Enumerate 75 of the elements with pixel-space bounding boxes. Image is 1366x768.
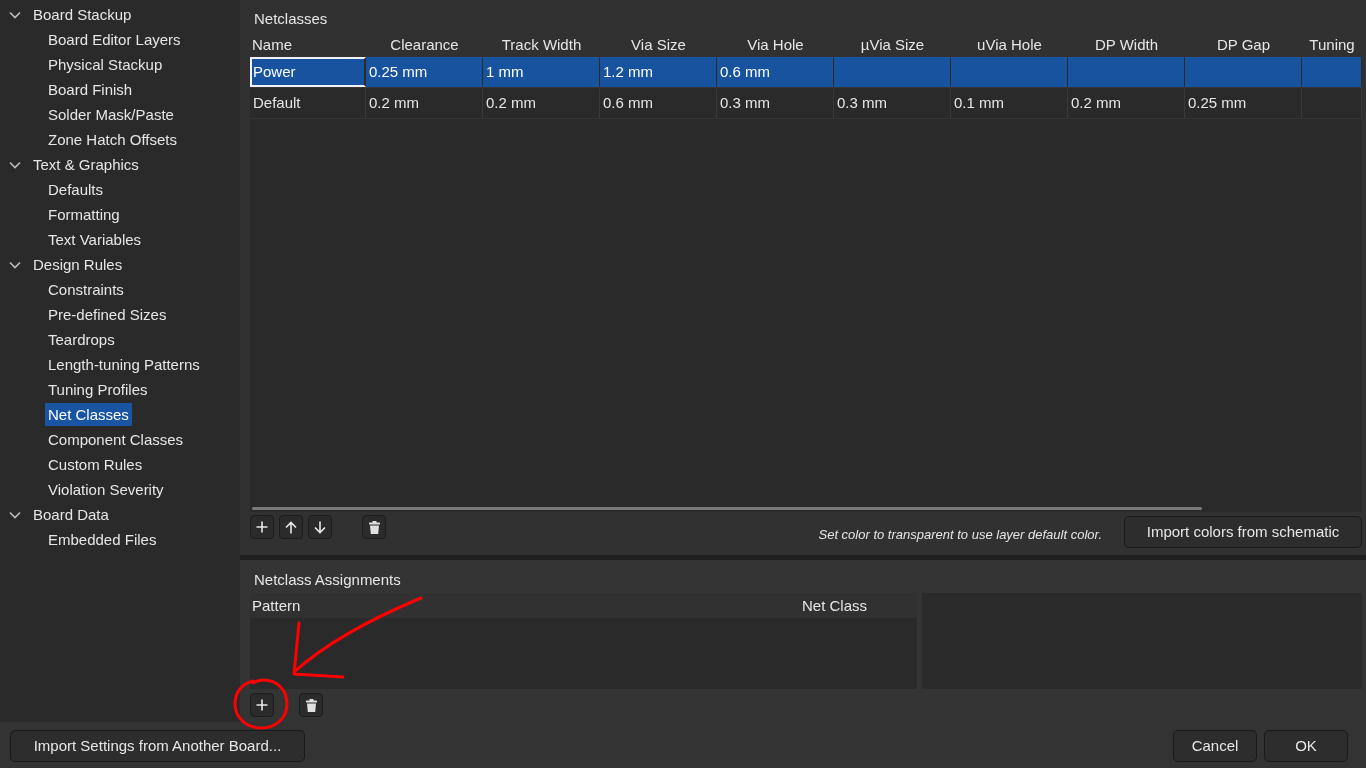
column-header[interactable]: Via Hole: [717, 33, 834, 57]
arrow-up-icon: [285, 520, 297, 534]
move-up-button[interactable]: [279, 515, 303, 539]
table-cell: 0.2 mm: [1068, 88, 1185, 118]
table-row[interactable]: Default 0.2 mm 0.2 mm 0.6 mm 0.3 mm 0.3 mm 0.1 mm 0.2 mm 0.25 mm: [250, 88, 1362, 119]
table-cell: 0.3 mm: [717, 88, 834, 118]
sidebar-group[interactable]: Board Data: [33, 503, 112, 526]
column-header[interactable]: Net Class: [800, 592, 917, 618]
sidebar-item[interactable]: Embedded Files: [45, 528, 160, 551]
chevron-down-icon[interactable]: [9, 510, 21, 519]
chevron-down-icon[interactable]: [9, 260, 21, 269]
sidebar-item[interactable]: Text Variables: [45, 228, 145, 251]
sidebar-item[interactable]: Constraints: [45, 278, 127, 301]
name-cell[interactable]: Power: [250, 57, 366, 87]
table-cell: 1 mm: [483, 57, 600, 87]
table-cell: 0.2 mm: [483, 88, 600, 118]
section-title: Netclass Assignments: [253, 570, 402, 590]
table-cell: 0.6 mm: [717, 57, 834, 87]
column-header[interactable]: uVia Hole: [951, 33, 1068, 57]
sidebar-item[interactable]: Length-tuning Patterns: [45, 353, 203, 376]
table-cell: 0.25 mm: [1185, 88, 1302, 118]
name-cell[interactable]: Default: [250, 88, 366, 118]
trash-icon: [368, 520, 380, 534]
sidebar-item[interactable]: Zone Hatch Offsets: [45, 128, 180, 151]
sidebar-group[interactable]: Text & Graphics: [33, 153, 142, 176]
sidebar-item[interactable]: Solder Mask/Paste: [45, 103, 177, 126]
add-button[interactable]: [250, 693, 274, 718]
column-header[interactable]: Name: [250, 33, 366, 57]
table-cell: 0.3 mm: [834, 88, 951, 118]
sidebar-item[interactable]: Component Classes: [45, 428, 187, 451]
column-header[interactable]: µVia Size: [834, 33, 951, 57]
table-cell: 0.2 mm: [366, 88, 483, 118]
sidebar-item[interactable]: Net Classes: [45, 403, 132, 426]
sidebar-item[interactable]: Violation Severity: [45, 478, 167, 501]
column-header[interactable]: DP Gap: [1185, 33, 1302, 57]
table-cell: 0.6 mm: [600, 88, 717, 118]
sidebar-item[interactable]: Board Finish: [45, 78, 136, 101]
table-cell: 1.2 mm: [600, 57, 717, 87]
sidebar-group[interactable]: Board Stackup: [33, 3, 135, 26]
sidebar-item[interactable]: Tuning Profiles: [45, 378, 151, 401]
plus-icon: [256, 699, 268, 712]
table-row[interactable]: Power 0.25 mm 1 mm 1.2 mm 0.6 mm: [250, 57, 1362, 88]
column-header[interactable]: DP Width: [1068, 33, 1185, 57]
arrow-down-icon: [314, 520, 326, 534]
import-colors-button[interactable]: Import colors from schematic: [1124, 516, 1362, 548]
chevron-down-icon[interactable]: [9, 160, 21, 169]
column-header[interactable]: Track Width: [483, 33, 600, 57]
move-down-button[interactable]: [308, 515, 332, 539]
ok-button[interactable]: OK: [1264, 730, 1348, 762]
sidebar-group[interactable]: Design Rules: [33, 253, 126, 276]
chevron-down-icon[interactable]: [9, 10, 21, 19]
cancel-button[interactable]: Cancel: [1173, 730, 1257, 762]
sidebar-item[interactable]: Physical Stackup: [45, 53, 166, 76]
sidebar-item[interactable]: Pre-defined Sizes: [45, 303, 170, 326]
delete-button[interactable]: [362, 515, 386, 539]
sidebar-item[interactable]: Teardrops: [45, 328, 118, 351]
scrollbar-thumb[interactable]: [252, 507, 1202, 510]
table-cell: 0.25 mm: [366, 57, 483, 87]
circle-annotation-icon: [233, 678, 289, 730]
sidebar-item[interactable]: Custom Rules: [45, 453, 146, 476]
column-header[interactable]: Tuning: [1302, 33, 1362, 57]
column-header[interactable]: Clearance: [366, 33, 483, 57]
section-title: Netclasses: [253, 9, 329, 29]
sidebar-item[interactable]: Board Editor Layers: [45, 28, 184, 51]
trash-icon: [305, 698, 317, 712]
column-header[interactable]: Pattern: [250, 592, 800, 618]
column-header[interactable]: Via Size: [600, 33, 717, 57]
add-button[interactable]: [250, 515, 274, 539]
import-settings-button[interactable]: Import Settings from Another Board...: [10, 730, 305, 762]
plus-icon: [256, 521, 268, 533]
delete-button[interactable]: [299, 693, 323, 718]
hint-text: Set color to transparent to use layer default color.: [818, 526, 1102, 543]
sidebar-item[interactable]: Formatting: [45, 203, 123, 226]
table-cell: 0.1 mm: [951, 88, 1068, 118]
sidebar-item[interactable]: Defaults: [45, 178, 107, 201]
